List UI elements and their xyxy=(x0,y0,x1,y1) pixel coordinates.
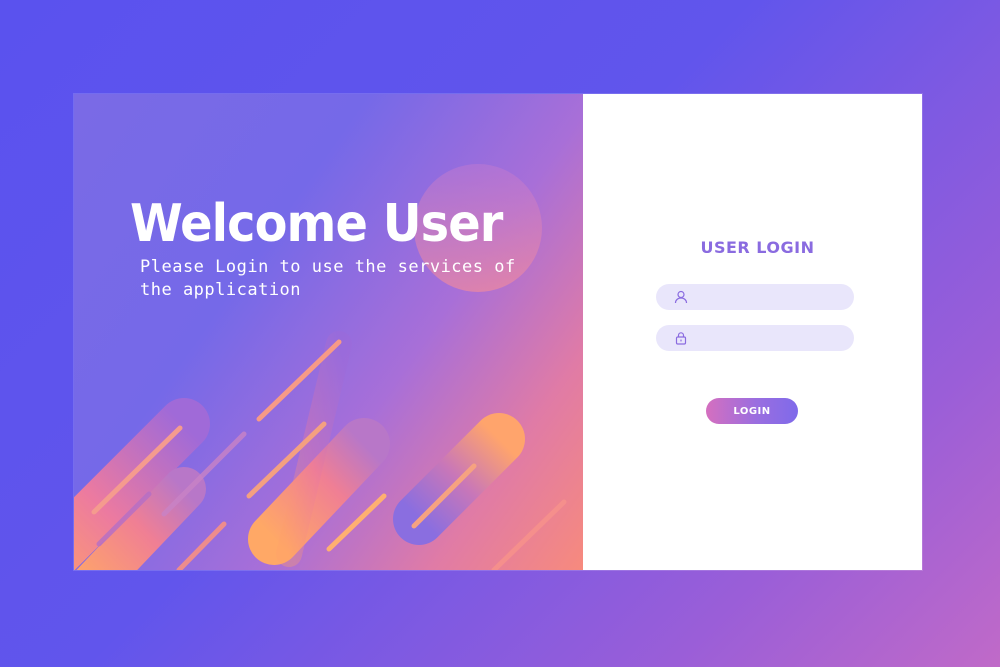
username-field[interactable] xyxy=(656,284,856,310)
login-title: USER LOGIN xyxy=(700,238,815,257)
user-icon xyxy=(674,290,688,304)
login-button[interactable]: LOGIN xyxy=(706,398,798,424)
welcome-subtitle: Please Login to use the services of the … xyxy=(140,257,516,300)
decorative-stripes-illustration xyxy=(74,164,567,570)
username-input[interactable] xyxy=(696,284,856,310)
password-field[interactable] xyxy=(656,325,856,351)
login-card: Welcome User Please Login to use the ser… xyxy=(74,94,922,570)
login-panel: USER LOGIN LOGIN xyxy=(583,94,922,570)
lock-icon xyxy=(674,331,688,345)
password-input[interactable] xyxy=(696,325,856,351)
welcome-hero-panel: Welcome User Please Login to use the ser… xyxy=(74,94,583,570)
welcome-title: Welcome User xyxy=(130,194,503,254)
